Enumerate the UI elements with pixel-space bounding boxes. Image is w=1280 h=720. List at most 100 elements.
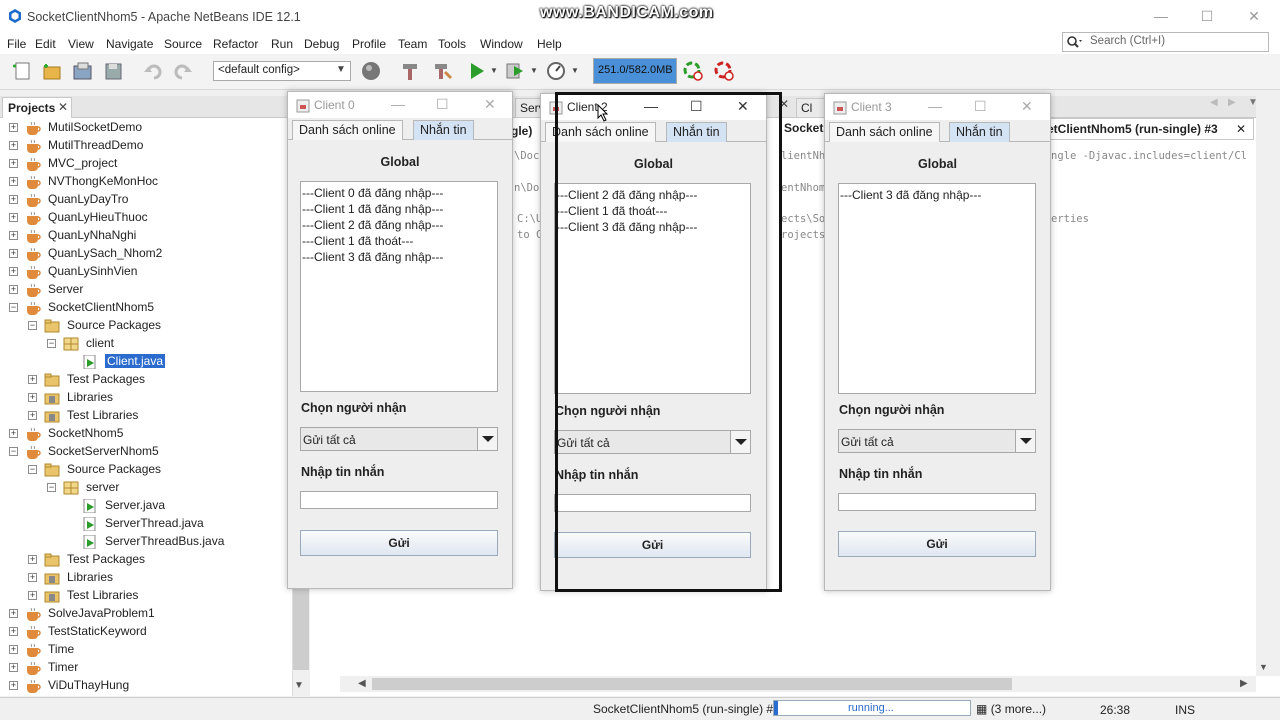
- minimize-icon[interactable]: —: [928, 98, 942, 114]
- tree-item[interactable]: + Test Packages: [0, 371, 290, 389]
- tree-item[interactable]: + SolveJavaProblem1: [0, 605, 290, 623]
- chevron-down-icon[interactable]: [477, 428, 497, 450]
- collapse-icon[interactable]: −: [9, 447, 18, 456]
- running-task-label[interactable]: SocketClientNhom5 (run-single) #2: [593, 702, 780, 716]
- expand-icon[interactable]: +: [28, 375, 37, 384]
- tab-messaging[interactable]: Nhắn tin: [413, 120, 474, 140]
- globe-icon[interactable]: [360, 60, 382, 82]
- expand-icon[interactable]: +: [9, 141, 18, 150]
- tree-item[interactable]: + ViDuThayHung: [0, 677, 290, 695]
- expand-icon[interactable]: +: [9, 609, 18, 618]
- tree-item[interactable]: + MutilSocketDemo: [0, 119, 290, 137]
- message-input[interactable]: [838, 493, 1036, 511]
- tree-item[interactable]: − Source Packages: [0, 317, 290, 335]
- tab-online-list[interactable]: Danh sách online: [829, 122, 940, 142]
- hammer-build-icon[interactable]: [399, 60, 421, 82]
- menu-refactor[interactable]: Refactor: [213, 37, 258, 51]
- menu-profile[interactable]: Profile: [352, 37, 386, 51]
- expand-icon[interactable]: +: [9, 213, 18, 222]
- expand-icon[interactable]: +: [9, 429, 18, 438]
- expand-icon[interactable]: +: [9, 177, 18, 186]
- recipient-dropdown[interactable]: Gửi tất cả: [300, 427, 498, 451]
- clean-build-icon[interactable]: [431, 60, 453, 82]
- debug-dropdown-icon[interactable]: ▼: [530, 66, 538, 75]
- tree-item[interactable]: + QuanLyHieuThuoc: [0, 209, 290, 227]
- maximize-icon[interactable]: ☐: [1198, 7, 1216, 25]
- menu-debug[interactable]: Debug: [304, 37, 339, 51]
- gc-icon[interactable]: [682, 60, 704, 82]
- new-file-icon[interactable]: [12, 60, 34, 82]
- output-tab-close-icon[interactable]: ✕: [1236, 122, 1246, 136]
- new-project-icon[interactable]: [41, 60, 63, 82]
- output-tab-run-single-3[interactable]: etClientNhom5 (run-single) #3: [1040, 118, 1254, 140]
- maximize-icon[interactable]: ☐: [974, 98, 987, 115]
- expand-icon[interactable]: +: [9, 231, 18, 240]
- tree-item[interactable]: Server.java: [0, 497, 290, 515]
- menu-tools[interactable]: Tools: [438, 37, 466, 51]
- menu-edit[interactable]: Edit: [35, 37, 56, 51]
- chat-log[interactable]: ---Client 0 đã đăng nhập--- ---Client 1 …: [300, 181, 498, 392]
- tree-item[interactable]: − Source Packages: [0, 461, 290, 479]
- redo-icon[interactable]: [172, 60, 194, 82]
- tree-item[interactable]: + Test Libraries: [0, 587, 290, 605]
- tree-item[interactable]: + Time: [0, 641, 290, 659]
- tree-item[interactable]: + Libraries: [0, 569, 290, 587]
- tab-online-list[interactable]: Danh sách online: [292, 120, 403, 140]
- tree-item[interactable]: − client: [0, 335, 290, 353]
- close-icon[interactable]: ✕: [484, 96, 496, 113]
- run-dropdown-icon[interactable]: ▼: [490, 66, 498, 75]
- expand-icon[interactable]: +: [9, 159, 18, 168]
- expand-icon[interactable]: +: [28, 573, 37, 582]
- expand-icon[interactable]: +: [9, 681, 18, 690]
- menu-source[interactable]: Source: [164, 37, 202, 51]
- collapse-icon[interactable]: −: [28, 465, 37, 474]
- profile-dropdown-icon[interactable]: ▼: [571, 66, 579, 75]
- close-icon[interactable]: ✕: [1245, 7, 1263, 25]
- tree-item[interactable]: + QuanLySach_Nhom2: [0, 245, 290, 263]
- collapse-icon[interactable]: −: [47, 339, 56, 348]
- expand-icon[interactable]: +: [9, 267, 18, 276]
- scroll-left-icon[interactable]: ◀: [358, 678, 366, 689]
- send-button[interactable]: Gửi: [300, 530, 498, 556]
- run-icon[interactable]: [466, 60, 488, 82]
- scrollbar-thumb[interactable]: [372, 678, 1012, 690]
- menu-navigate[interactable]: Navigate: [106, 37, 153, 51]
- tree-item[interactable]: + MVC_project: [0, 155, 290, 173]
- more-tasks-link[interactable]: ▦ (3 more...): [976, 702, 1046, 716]
- profile-icon[interactable]: [545, 60, 567, 82]
- expand-icon[interactable]: +: [9, 123, 18, 132]
- tab-scroll-right-icon[interactable]: ▶: [1228, 97, 1236, 108]
- expand-icon[interactable]: +: [9, 249, 18, 258]
- tree-item[interactable]: + SocketNhom5: [0, 425, 290, 443]
- expand-icon[interactable]: +: [9, 195, 18, 204]
- output-vertical-scrollbar[interactable]: [1256, 96, 1280, 676]
- chevron-down-icon[interactable]: [1015, 430, 1035, 452]
- minimize-icon[interactable]: —: [1152, 7, 1170, 25]
- tree-item[interactable]: + Test Libraries: [0, 407, 290, 425]
- tree-item[interactable]: ServerThread.java: [0, 515, 290, 533]
- expand-icon[interactable]: +: [28, 411, 37, 420]
- tree-item[interactable]: ServerThreadBus.java: [0, 533, 290, 551]
- tree-item[interactable]: + TestStaticKeyword: [0, 623, 290, 641]
- collapse-icon[interactable]: −: [28, 321, 37, 330]
- tree-item[interactable]: + MutilThreadDemo: [0, 137, 290, 155]
- expand-icon[interactable]: +: [28, 555, 37, 564]
- scroll-right-icon[interactable]: ▶: [1240, 678, 1248, 689]
- menu-window[interactable]: Window: [480, 37, 523, 51]
- menu-file[interactable]: File: [7, 37, 26, 51]
- output-tab-socket[interactable]: Socket: [784, 121, 823, 135]
- tree-item[interactable]: + Test Packages: [0, 551, 290, 569]
- tree-item[interactable]: − SocketServerNhom5: [0, 443, 290, 461]
- tab-messaging[interactable]: Nhắn tin: [949, 122, 1010, 142]
- profiler-snapshot-icon[interactable]: [713, 60, 735, 82]
- menu-run[interactable]: Run: [271, 37, 293, 51]
- scroll-down-icon[interactable]: ▼: [1259, 662, 1268, 672]
- tree-item[interactable]: − server: [0, 479, 290, 497]
- tree-item[interactable]: + Timer: [0, 659, 290, 677]
- expand-icon[interactable]: +: [9, 627, 18, 636]
- collapse-icon[interactable]: −: [47, 483, 56, 492]
- message-input[interactable]: [300, 491, 498, 509]
- output-tab-fragment[interactable]: gle): [511, 124, 532, 138]
- expand-icon[interactable]: +: [9, 285, 18, 294]
- tab-scroll-left-icon[interactable]: ◀: [1210, 97, 1218, 108]
